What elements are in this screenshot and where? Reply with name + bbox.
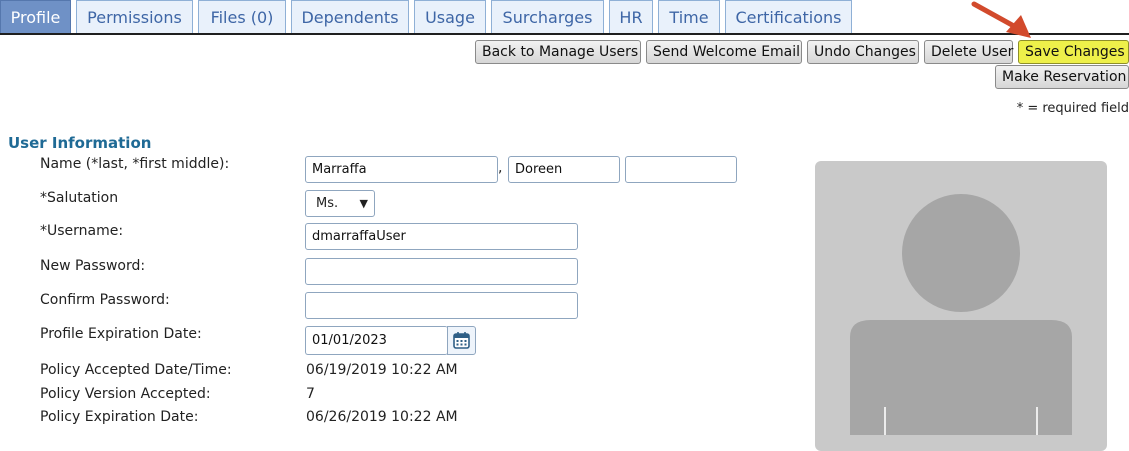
name-label: Name (*last, *first middle):: [40, 156, 230, 172]
name-separator: ,: [498, 160, 503, 176]
policy-expiration-label: Policy Expiration Date:: [40, 409, 199, 425]
policy-expiration-value: 06/26/2019 10:22 AM: [306, 409, 458, 425]
username-input[interactable]: dmarraffaUser: [305, 223, 578, 250]
confirm-password-label: Confirm Password:: [40, 292, 170, 308]
profile-expiration-label: Profile Expiration Date:: [40, 326, 202, 342]
avatar-silhouette-icon: [850, 194, 1072, 435]
middle-name-input[interactable]: [625, 156, 737, 183]
profile-expiration-input[interactable]: 01/01/2023: [305, 326, 448, 355]
tab-profile[interactable]: Profile: [0, 0, 71, 33]
calendar-button[interactable]: [447, 326, 476, 355]
first-name-input[interactable]: Doreen: [508, 156, 620, 183]
salutation-label: *Salutation: [40, 190, 119, 206]
tab-bar: Profile Permissions Files (0) Dependents…: [0, 0, 1129, 35]
tab-divider: [0, 33, 1129, 35]
policy-version-value: 7: [306, 386, 315, 402]
send-welcome-email-button[interactable]: Send Welcome Email: [646, 40, 802, 64]
tab-usage[interactable]: Usage: [414, 0, 486, 33]
salutation-value: Ms.: [316, 196, 339, 211]
username-label: *Username:: [40, 223, 124, 239]
tab-surcharges[interactable]: Surcharges: [491, 0, 604, 33]
policy-accepted-value: 06/19/2019 10:22 AM: [306, 362, 458, 378]
section-title-user-information: User Information: [8, 134, 152, 152]
salutation-select[interactable]: Ms. ▼: [305, 190, 375, 217]
back-to-manage-users-button[interactable]: Back to Manage Users: [475, 40, 641, 64]
last-name-input[interactable]: Marraffa: [305, 156, 498, 183]
dropdown-caret-icon: ▼: [359, 197, 368, 210]
undo-changes-button[interactable]: Undo Changes: [807, 40, 919, 64]
annotation-arrow-icon: [971, 1, 1031, 38]
tab-permissions[interactable]: Permissions: [76, 0, 193, 33]
policy-accepted-label: Policy Accepted Date/Time:: [40, 362, 232, 378]
profile-photo[interactable]: [815, 161, 1107, 451]
make-reservation-button[interactable]: Make Reservation: [995, 65, 1129, 89]
confirm-password-input[interactable]: [305, 292, 578, 319]
tab-dependents[interactable]: Dependents: [291, 0, 409, 33]
tab-files[interactable]: Files (0): [198, 0, 286, 33]
tab-hr[interactable]: HR: [609, 0, 653, 33]
policy-version-label: Policy Version Accepted:: [40, 386, 211, 402]
new-password-input[interactable]: [305, 258, 578, 285]
new-password-label: New Password:: [40, 258, 146, 274]
tab-certifications[interactable]: Certifications: [725, 0, 852, 33]
tab-time[interactable]: Time: [658, 0, 720, 33]
calendar-icon: [453, 332, 470, 349]
required-field-note: * = required field: [1016, 101, 1129, 116]
